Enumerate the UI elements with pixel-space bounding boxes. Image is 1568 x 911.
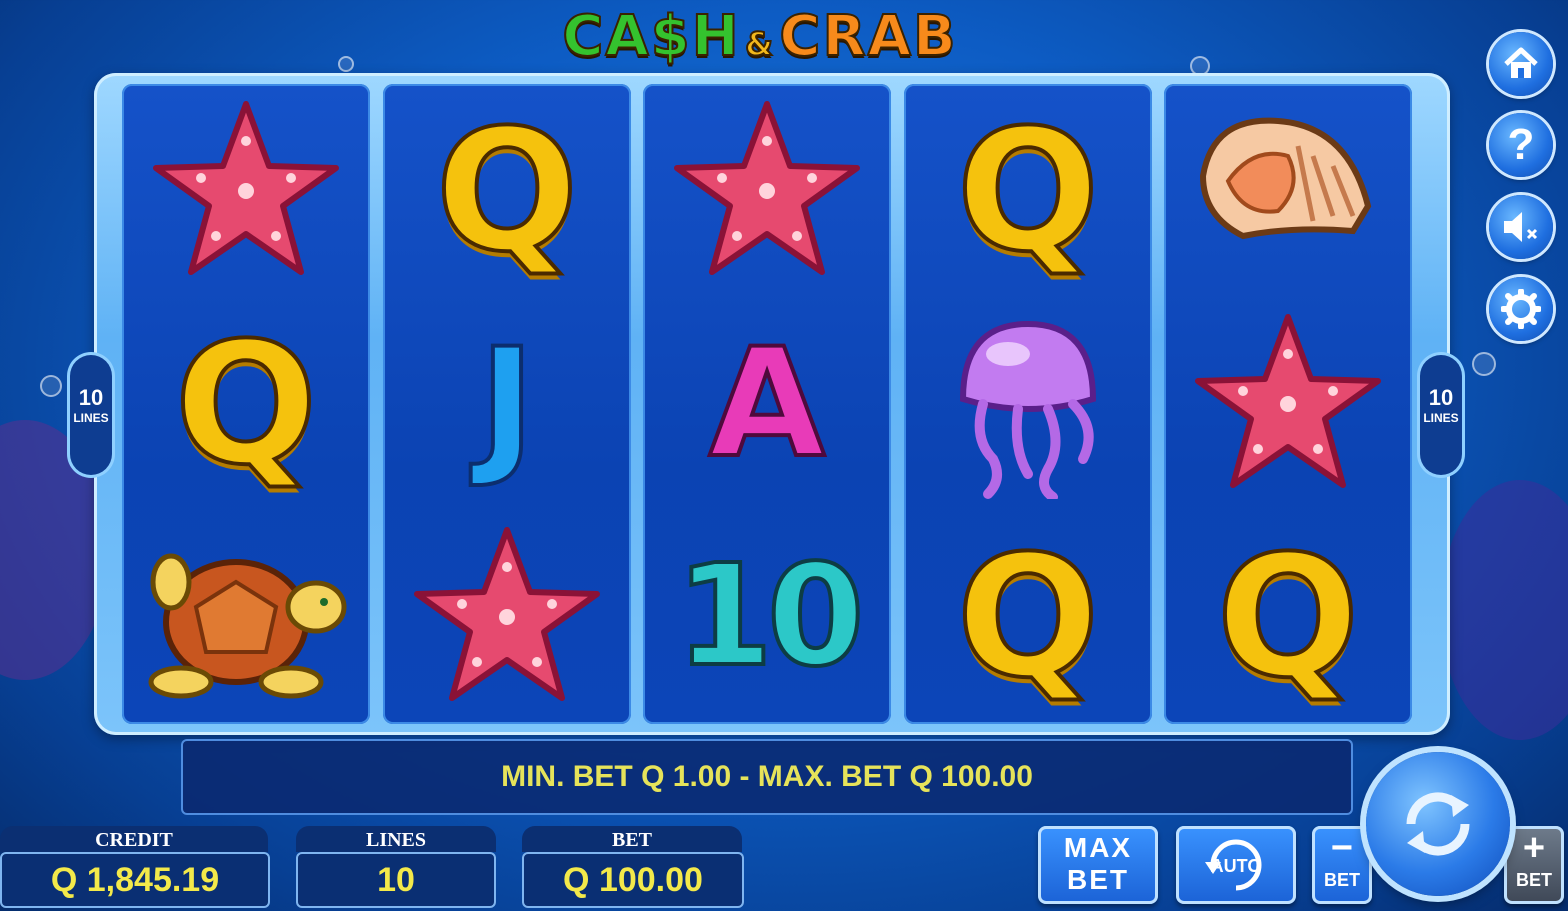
starfish-icon: [141, 96, 351, 286]
credit-label: CREDIT: [0, 826, 268, 852]
help-icon: ?: [1507, 120, 1535, 169]
spin-button[interactable]: [1366, 752, 1510, 896]
reel-cell: Q: [904, 510, 1152, 723]
credit-value: Q 1,845.19: [0, 852, 270, 908]
max-bet-label-bottom: BET: [1067, 864, 1129, 895]
settings-icon: [1501, 289, 1541, 329]
spin-icon: [1406, 792, 1470, 856]
bubble: [1472, 352, 1496, 376]
autoplay-button[interactable]: AUTO: [1176, 826, 1296, 904]
reel-cell: [122, 84, 370, 297]
lines-badge-label: LINES: [1423, 411, 1459, 425]
reel-cell: [1164, 84, 1412, 297]
symbol-q: Q: [1215, 518, 1362, 715]
bubble: [40, 375, 62, 397]
turtle-icon: [141, 522, 351, 712]
symbol-q: Q: [434, 92, 581, 289]
bet-label: BET: [522, 826, 742, 852]
starfish-icon: [402, 522, 612, 712]
reel-cell: [643, 84, 891, 297]
symbol-a: A: [707, 316, 827, 491]
bubble: [338, 56, 354, 72]
reel-cell: [383, 510, 631, 723]
plus-icon: +: [1522, 827, 1546, 869]
reel-5: Q: [1164, 84, 1412, 724]
home-button[interactable]: [1489, 32, 1553, 96]
bet-range-text: MIN. BET Q 1.00 - MAX. BET Q 100.00: [501, 760, 1033, 793]
max-bet-button[interactable]: MAX BET: [1038, 826, 1158, 904]
jellyfish-icon: [923, 309, 1133, 499]
minus-icon: −: [1330, 827, 1354, 869]
reel-cell: [1164, 297, 1412, 510]
reel-4: Q Q: [904, 84, 1152, 724]
lines-badge-number: 10: [1428, 385, 1454, 410]
lines-badge-left: 10 LINES: [70, 355, 112, 475]
reel-3: A 10: [643, 84, 891, 724]
help-button[interactable]: ?: [1489, 113, 1553, 177]
lines-label: LINES: [296, 826, 496, 852]
reel-cell: [122, 510, 370, 723]
reel-1: Q: [122, 84, 370, 724]
starfish-icon: [662, 96, 872, 286]
title-ampersand: &: [744, 24, 775, 64]
reel-2: Q J: [383, 84, 631, 724]
reel-cell: [904, 297, 1152, 510]
home-icon: [1504, 47, 1538, 78]
reel-cell: Q: [1164, 510, 1412, 723]
lines-value: 10: [296, 852, 496, 908]
bet-increase-label: BET: [1516, 870, 1552, 890]
reel-cell: Q: [122, 297, 370, 510]
reel-cell: Q: [904, 84, 1152, 297]
game-title-logo: CA$H & CRAB: [520, 2, 1000, 72]
symbol-q: Q: [955, 92, 1102, 289]
max-bet-label-top: MAX: [1063, 832, 1133, 863]
lines-badge-right: 10 LINES: [1420, 355, 1462, 475]
symbol-10: 10: [674, 534, 867, 698]
reel-cell: A: [643, 297, 891, 510]
bet-decrease-label: BET: [1324, 870, 1360, 890]
title-crab: CRAB: [778, 3, 958, 70]
bet-decrease-button[interactable]: − BET: [1312, 826, 1372, 904]
title-cash: CA$H: [561, 3, 741, 70]
symbol-q: Q: [955, 518, 1102, 715]
sound-muted-icon: [1504, 212, 1538, 242]
starfish-icon: [1183, 309, 1393, 499]
bet-range-info: MIN. BET Q 1.00 - MAX. BET Q 100.00: [181, 739, 1353, 815]
symbol-j: J: [477, 316, 537, 491]
auto-label: AUTO: [1210, 856, 1262, 876]
reel-cell: J: [383, 297, 631, 510]
lines-badge-label: LINES: [73, 411, 109, 425]
symbol-q: Q: [173, 305, 320, 502]
bet-value: Q 100.00: [522, 852, 744, 908]
background-coral-right: [1440, 480, 1568, 740]
lines-badge-number: 10: [78, 385, 104, 410]
sound-button[interactable]: [1489, 195, 1553, 259]
bet-increase-button[interactable]: + BET: [1504, 826, 1564, 904]
settings-button[interactable]: [1489, 277, 1553, 341]
reel-cell: Q: [383, 84, 631, 297]
shell-icon: [1183, 96, 1393, 286]
reel-cell: 10: [643, 510, 891, 723]
